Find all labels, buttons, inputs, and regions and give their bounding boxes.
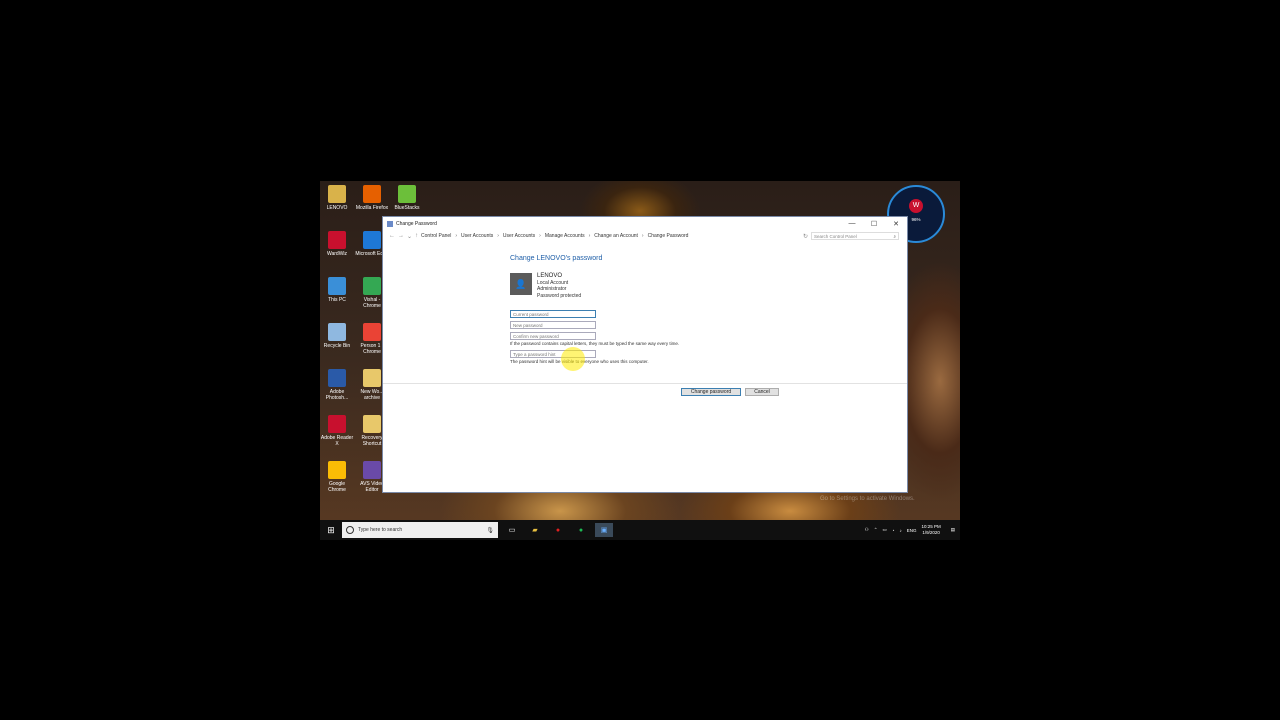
language-indicator[interactable]: ENG	[907, 528, 917, 533]
taskbar-search-input[interactable]: Type here to search 🎙	[342, 522, 498, 538]
show-hidden-icons-icon[interactable]: ⌃	[874, 527, 878, 533]
desktop-icon-label: Adobe Photosh...	[325, 389, 349, 401]
cortana-icon	[346, 526, 354, 534]
desktop-icon-9[interactable]: Adobe Photosh...	[320, 369, 354, 401]
watermark-subtitle: Go to Settings to activate Windows.	[820, 496, 915, 502]
taskbar-search-placeholder: Type here to search	[358, 527, 403, 533]
desktop-icon-label: BlueStacks	[394, 205, 420, 211]
desktop-icon-image	[363, 461, 381, 479]
window-title: Change Password	[396, 221, 437, 227]
desktop-icon-image	[363, 277, 381, 295]
desktop-icon-image	[328, 369, 346, 387]
minimize-button[interactable]: —	[841, 220, 863, 228]
desktop-icon-label: Adobe Reader X	[320, 435, 354, 447]
desktop-icon-image	[363, 415, 381, 433]
desktop-icon-image	[363, 323, 381, 341]
desktop-icon-image	[328, 231, 346, 249]
cursor-highlight	[561, 347, 585, 371]
change-password-button[interactable]: Change password	[681, 388, 741, 396]
desktop-icon-label: This PC	[328, 297, 346, 303]
window-app-icon	[387, 221, 393, 227]
change-password-window: Change Password — ☐ ✕ ← → ⌄ ↑ Control Pa…	[382, 216, 908, 493]
main-content: Change LENOVO's password 👤 LENOVO Local …	[510, 255, 679, 364]
activation-watermark: Activate Windows Go to Settings to activ…	[820, 486, 915, 504]
clock[interactable]: 10:25 PM 1/9/2020	[921, 524, 940, 536]
desktop-icon-image	[328, 277, 346, 295]
desktop-icon-image	[328, 323, 346, 341]
caps-note: If the password contains capital letters…	[510, 341, 680, 346]
desktop-icon-label: Recycle Bin	[323, 343, 351, 349]
maximize-button[interactable]: ☐	[863, 220, 885, 228]
breadcrumb-change-account[interactable]: Change an Account	[594, 233, 638, 239]
desktop-icon-11[interactable]: Adobe Reader X	[320, 415, 354, 447]
opera-icon[interactable]: ●	[549, 523, 567, 537]
desktop-icon-3[interactable]: WardWiz	[320, 231, 354, 257]
up-arrow-icon[interactable]: ↑	[415, 233, 418, 239]
desktop-icon-7[interactable]: Recycle Bin	[320, 323, 354, 349]
hint-note: The password hint will be visible to eve…	[510, 359, 649, 364]
breadcrumb-user-accounts-1[interactable]: User Accounts	[461, 233, 493, 239]
spotify-icon[interactable]: ●	[572, 523, 590, 537]
desktop-icon-image	[398, 185, 416, 203]
desktop-icon-image	[363, 231, 381, 249]
address-bar: ← → ⌄ ↑ Control Panel › User Accounts › Us…	[383, 231, 907, 241]
desktop-icon-1[interactable]: Mozilla Firefox	[355, 185, 389, 211]
people-icon[interactable]: ⚇	[865, 527, 869, 533]
shield-icon: W	[909, 199, 923, 213]
breadcrumb-change-password[interactable]: Change Password	[648, 233, 689, 239]
desktop-icon-2[interactable]: BlueStacks	[390, 185, 424, 211]
refresh-icon[interactable]: ↻	[803, 233, 808, 240]
search-placeholder: Search Control Panel	[814, 234, 857, 239]
volume-icon[interactable]: ♪	[899, 528, 901, 533]
back-arrow-icon[interactable]: ←	[389, 233, 395, 239]
new-password-field[interactable]	[510, 321, 596, 329]
account-summary: 👤 LENOVO Local Account Administrator Pas…	[510, 273, 679, 299]
desktop-icon-label: WardWiz	[326, 251, 348, 257]
battery-icon[interactable]: ▭	[882, 527, 886, 533]
breadcrumb-user-accounts-2[interactable]: User Accounts	[503, 233, 535, 239]
breadcrumb-control-panel[interactable]: Control Panel	[421, 233, 451, 239]
forward-arrow-icon[interactable]: →	[398, 233, 404, 239]
desktop-screen: LENOVO Mozilla Firefox BlueStacks WardWiz Mi…	[320, 181, 960, 540]
desktop-icon-image	[328, 415, 346, 433]
watermark-title: Activate Windows	[820, 487, 868, 493]
current-password-field[interactable]	[510, 310, 596, 318]
title-bar[interactable]: Change Password — ☐ ✕	[383, 217, 907, 231]
task-view-icon[interactable]: ▭	[503, 523, 521, 537]
account-status: Password protected	[537, 292, 582, 299]
microphone-icon[interactable]: 🎙	[486, 527, 494, 534]
desktop-icon-5[interactable]: This PC	[320, 277, 354, 303]
desktop-icon-label: LENOVO	[326, 205, 348, 211]
desktop-icon-13[interactable]: Google Chrome	[320, 461, 354, 493]
breadcrumb: Control Panel › User Accounts › User Accou…	[421, 233, 689, 239]
cancel-button[interactable]: Cancel	[745, 388, 779, 396]
network-icon[interactable]: ◔	[892, 528, 895, 533]
search-icon: ⌕	[893, 234, 896, 239]
desktop-icon-label: Google Chrome	[328, 481, 346, 493]
recent-chevron-icon[interactable]: ⌄	[407, 233, 412, 240]
user-avatar-icon: 👤	[510, 273, 532, 295]
start-button[interactable]: ⊞	[320, 525, 342, 536]
close-button[interactable]: ✕	[885, 220, 907, 228]
desktop-icon-image	[363, 369, 381, 387]
control-panel-taskbar-icon[interactable]: ▣	[595, 523, 613, 537]
desktop-icon-image	[363, 185, 381, 203]
system-tray: ⚇ ⌃ ▭ ◔ ♪ ENG 10:25 PM 1/9/2020 ▤	[865, 524, 960, 536]
desktop-icon-image	[328, 185, 346, 203]
confirm-password-field[interactable]	[510, 332, 596, 340]
divider	[383, 383, 907, 384]
clock-date: 1/9/2020	[922, 530, 940, 535]
desktop-icon-0[interactable]: LENOVO	[320, 185, 354, 211]
breadcrumb-manage-accounts[interactable]: Manage Accounts	[545, 233, 585, 239]
page-heading: Change LENOVO's password	[510, 255, 603, 262]
search-control-panel-input[interactable]: Search Control Panel ⌕	[811, 232, 899, 240]
action-center-icon[interactable]: ▤	[951, 527, 955, 533]
desktop-icon-image	[328, 461, 346, 479]
desktop-icon-label: Mozilla Firefox	[355, 205, 389, 211]
file-explorer-icon[interactable]: ▰	[526, 523, 544, 537]
taskbar: ⊞ Type here to search 🎙 ▭ ▰ ● ● ▣ ⚇ ⌃ ▭ …	[320, 520, 960, 540]
